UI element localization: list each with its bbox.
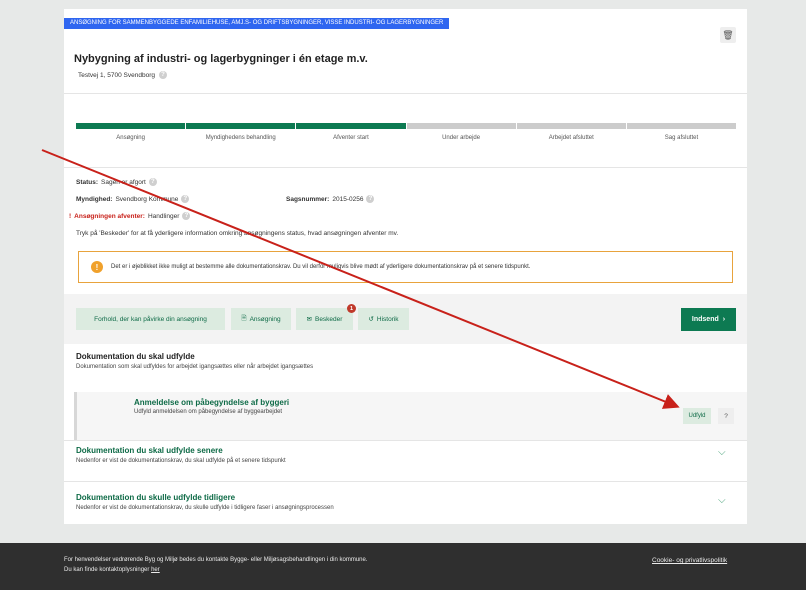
cookie-policy-link[interactable]: Cookie- og privatlivspolitik [652, 557, 727, 564]
indsend-button[interactable]: Indsend › [681, 308, 736, 331]
trash-icon: 🗑 [722, 29, 734, 40]
doc-item-title[interactable]: Anmeldelse om påbegyndelse af byggeri [134, 398, 289, 407]
alert-icon: ! [69, 212, 72, 220]
step-1: Ansøgning [76, 123, 186, 141]
site-footer: For henvendelser vedrørende Byg og Miljø… [0, 543, 806, 590]
help-icon[interactable]: ? [148, 178, 157, 186]
notification-badge: 1 [347, 304, 356, 313]
action-toolbar: Forhold, der kan påvirke din ansøgning 🗎… [64, 294, 747, 344]
sagsnummer-value: 2015-0256 [332, 195, 364, 203]
step-bar [516, 123, 626, 129]
forhold-button[interactable]: Forhold, der kan påvirke din ansøgning [76, 308, 225, 330]
ansogning-button[interactable]: 🗎 Ansøgning [231, 308, 291, 330]
doc-earlier-title[interactable]: Dokumentation du skulle udfylde tidliger… [76, 493, 235, 502]
application-card: ANSØGNING FOR SAMMENBYGGEDE ENFAMILIEHUS… [64, 9, 747, 524]
step-bar [296, 123, 406, 129]
divider [64, 481, 747, 482]
doc-now-subtitle: Dokumentation som skal udfyldes for arbe… [76, 364, 314, 370]
doc-later-subtitle: Nedenfor er vist de dokumentationskrav, … [76, 458, 286, 464]
step-label: Afventer start [333, 135, 369, 141]
beskeder-button[interactable]: ✉ Beskeder 1 [296, 304, 356, 330]
step-3: Afventer start [296, 123, 406, 141]
myndighed-row: Myndighed: Svendborg Kommune ? [76, 195, 190, 203]
afventer-row: ! Ansøgningen afventer: Handlinger ? [69, 212, 191, 220]
divider [64, 93, 747, 94]
footer-contact-link[interactable]: her [151, 567, 160, 573]
help-icon[interactable]: ? [158, 71, 167, 79]
doc-item-subtitle: Udfyld anmeldelsen om påbegyndelse af by… [134, 409, 283, 415]
chevron-down-icon[interactable]: ⌵ [718, 495, 726, 506]
ansogning-label: Ansøgning [249, 315, 281, 323]
address-row: Testvej 1, 5700 Svendborg ? [78, 71, 167, 79]
forhold-label: Forhold, der kan påvirke din ansøgning [94, 315, 207, 323]
chevron-right-icon: › [722, 316, 726, 323]
help-icon[interactable]: ? [366, 195, 375, 203]
step-label: Arbejdet afsluttet [548, 135, 594, 141]
myndighed-label: Myndighed: [76, 195, 113, 203]
sagsnummer-label: Sagsnummer: [286, 195, 330, 203]
chevron-down-icon[interactable]: ⌵ [718, 447, 726, 458]
doc-later-title[interactable]: Dokumentation du skal udfylde senere [76, 446, 223, 455]
footer-contact-prefix: Du kan finde kontaktoplysninger [64, 567, 150, 573]
history-icon: ↺ [368, 316, 374, 323]
status-label: Status: [76, 178, 99, 186]
step-label: Sag afsluttet [664, 135, 699, 141]
application-type-banner: ANSØGNING FOR SAMMENBYGGEDE ENFAMILIEHUS… [64, 18, 450, 29]
afventer-value: Handlinger [147, 212, 180, 220]
warning-text: Det er i øjeblikket ikke muligt at beste… [111, 264, 531, 270]
afventer-label: Ansøgningen afventer: [74, 212, 145, 220]
help-icon[interactable]: ? [182, 212, 191, 220]
status-row: Status: Sagen er afgort ? [76, 178, 157, 186]
delete-button[interactable]: 🗑 [720, 27, 736, 43]
warning-icon: ! [91, 261, 103, 273]
step-label: Ansøgning [116, 135, 145, 141]
progress-steps: Ansøgning Myndighedens behandling Afvent… [76, 123, 737, 141]
step-bar [76, 123, 186, 129]
beskeder-label: Beskeder [314, 315, 343, 323]
myndighed-value: Svendborg Kommune [115, 195, 179, 203]
step-2: Myndighedens behandling [186, 123, 296, 141]
step-4: Under arbejde [406, 123, 516, 141]
inbox-icon: ✉ [306, 316, 312, 323]
step-bar [186, 123, 296, 129]
step-5: Arbejdet afsluttet [516, 123, 626, 141]
page-title: Nybygning af industri- og lagerbygninger… [74, 53, 368, 65]
doc-earlier-subtitle: Nedenfor er vist de dokumentationskrav, … [76, 505, 334, 511]
footer-contact-text: For henvendelser vedrørende Byg og Miljø… [64, 557, 368, 563]
udfyld-button[interactable]: Udfyld [683, 408, 711, 424]
step-label: Under arbejde [442, 135, 481, 141]
warning-box: ! Det er i øjeblikket ikke muligt at bes… [78, 251, 733, 283]
status-value: Sagen er afgort [101, 178, 146, 186]
historik-label: Historik [376, 315, 399, 323]
divider [64, 440, 747, 441]
step-6: Sag afsluttet [626, 123, 737, 141]
help-icon[interactable]: ? [181, 195, 190, 203]
sagsnummer-row: Sagsnummer: 2015-0256 ? [286, 195, 375, 203]
step-label: Myndighedens behandling [205, 135, 276, 141]
indsend-label: Indsend [691, 316, 719, 323]
help-button[interactable]: ? [718, 408, 734, 424]
document-icon: 🗎 [241, 314, 247, 322]
step-bar [626, 123, 737, 129]
address-text: Testvej 1, 5700 Svendborg [78, 71, 155, 79]
step-bar [406, 123, 516, 129]
doc-now-title: Dokumentation du skal udfylde [76, 352, 195, 361]
historik-button[interactable]: ↺ Historik [358, 308, 409, 330]
divider [64, 167, 747, 168]
status-hint: Tryk på 'Beskeder' for at få yderligere … [76, 230, 399, 237]
footer-contact-line: Du kan finde kontaktoplysninger her [64, 567, 160, 573]
